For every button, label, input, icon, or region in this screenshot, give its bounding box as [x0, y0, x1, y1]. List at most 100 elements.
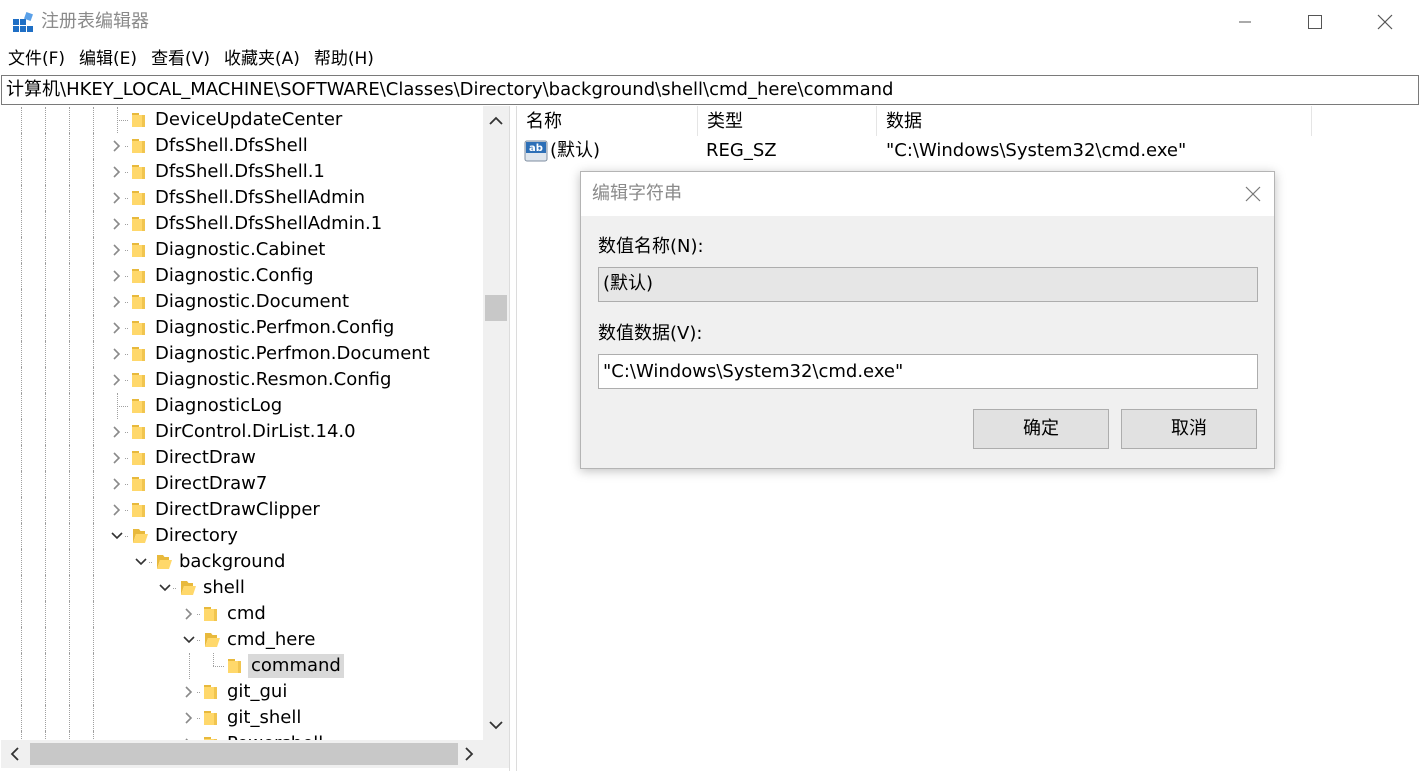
tree-node-label[interactable]: Diagnostic.Cabinet [152, 238, 328, 262]
tree-node[interactable]: DirControl.DirList.14.0 [1, 419, 483, 445]
tree-node[interactable]: DfsShell.DfsShellAdmin.1 [1, 211, 483, 237]
tree-node[interactable]: DirectDraw7 [1, 471, 483, 497]
tree-node[interactable]: command [1, 653, 483, 679]
collapse-node-button[interactable] [133, 549, 149, 575]
tree-node[interactable]: shell [1, 575, 483, 601]
expand-node-button[interactable] [109, 133, 125, 159]
tree-node[interactable]: DfsShell.DfsShellAdmin [1, 185, 483, 211]
tree-node[interactable]: Powershell [1, 731, 483, 740]
expand-node-button[interactable] [181, 679, 197, 705]
tree-node[interactable]: Diagnostic.Perfmon.Config [1, 315, 483, 341]
expand-node-button[interactable] [109, 237, 125, 263]
expand-node-button[interactable] [109, 159, 125, 185]
folder-icon [132, 321, 145, 335]
tree-node-label[interactable]: Directory [152, 524, 241, 548]
collapse-node-button[interactable] [109, 523, 125, 549]
expand-node-button[interactable] [181, 601, 197, 627]
column-header-type[interactable]: 类型 [698, 106, 877, 136]
tree-node-label[interactable]: Diagnostic.Perfmon.Config [152, 316, 397, 340]
tree-node[interactable]: Diagnostic.Resmon.Config [1, 367, 483, 393]
expand-node-button[interactable] [109, 263, 125, 289]
maximize-button[interactable] [1280, 0, 1350, 44]
ok-button[interactable]: 确定 [973, 409, 1109, 449]
expand-node-button[interactable] [109, 315, 125, 341]
address-bar[interactable]: 计算机\HKEY_LOCAL_MACHINE\SOFTWARE\Classes\… [1, 75, 1419, 105]
tree-node[interactable]: DfsShell.DfsShell [1, 133, 483, 159]
tree-node[interactable]: Diagnostic.Config [1, 263, 483, 289]
menu-help[interactable]: 帮助(H) [314, 44, 374, 74]
expand-node-button[interactable] [109, 211, 125, 237]
tree-node-label[interactable]: cmd [224, 602, 269, 626]
cancel-button[interactable]: 取消 [1121, 409, 1257, 449]
expand-node-button[interactable] [181, 705, 197, 731]
tree-node[interactable]: Diagnostic.Perfmon.Document [1, 341, 483, 367]
tree-node-label[interactable]: DfsShell.DfsShellAdmin [152, 186, 368, 210]
tree-node-label[interactable]: DirectDraw7 [152, 472, 270, 496]
tree-node-label[interactable]: DfsShell.DfsShell.1 [152, 160, 328, 184]
tree-vertical-scrollbar[interactable] [483, 106, 509, 740]
expand-node-button[interactable] [109, 497, 125, 523]
collapse-node-button[interactable] [157, 575, 173, 601]
tree-node[interactable]: DirectDraw [1, 445, 483, 471]
tree-horizontal-scrollbar[interactable] [1, 740, 483, 768]
menu-edit[interactable]: 编辑(E) [79, 44, 137, 74]
tree-node[interactable]: git_gui [1, 679, 483, 705]
menu-file[interactable]: 文件(F) [8, 44, 65, 74]
tree-node[interactable]: DfsShell.DfsShell.1 [1, 159, 483, 185]
expand-node-button[interactable] [181, 731, 197, 740]
tree-node-label[interactable]: DfsShell.DfsShellAdmin.1 [152, 212, 385, 236]
expand-node-button[interactable] [109, 185, 125, 211]
tree-node-label[interactable]: DiagnosticLog [152, 394, 285, 418]
tree-node-label[interactable]: Diagnostic.Document [152, 290, 352, 314]
close-button[interactable] [1350, 0, 1420, 44]
expand-node-button[interactable] [109, 341, 125, 367]
tree-node[interactable]: DirectDrawClipper [1, 497, 483, 523]
value-data-input[interactable] [598, 354, 1258, 389]
tree-node[interactable]: cmd [1, 601, 483, 627]
minimize-button[interactable] [1210, 0, 1280, 44]
column-header-data[interactable]: 数据 [877, 106, 1312, 136]
expand-node-button[interactable] [109, 445, 125, 471]
column-header-name[interactable]: 名称 [517, 106, 698, 136]
menu-view[interactable]: 查看(V) [151, 44, 210, 74]
tree-node-label[interactable]: DirectDraw [152, 446, 259, 470]
tree-node[interactable]: Diagnostic.Document [1, 289, 483, 315]
tree-node[interactable]: DiagnosticLog [1, 393, 483, 419]
scroll-down-button[interactable] [483, 710, 509, 740]
tree-node-label[interactable]: DeviceUpdateCenter [152, 108, 345, 132]
tree-node[interactable]: background [1, 549, 483, 575]
tree-node[interactable]: git_shell [1, 705, 483, 731]
dialog-close-button[interactable] [1231, 172, 1274, 216]
value-row[interactable]: ab (默认) REG_SZ "C:\Windows\System32\cmd.… [517, 138, 1312, 164]
horizontal-scroll-thumb[interactable] [30, 743, 458, 765]
menu-favorites[interactable]: 收藏夹(A) [224, 44, 300, 74]
tree-node-label[interactable]: DirControl.DirList.14.0 [152, 420, 359, 444]
tree-node-label[interactable]: DirectDrawClipper [152, 498, 323, 522]
scroll-thumb[interactable] [485, 295, 507, 321]
tree-node-label[interactable]: shell [200, 576, 248, 600]
tree-node-label[interactable]: DfsShell.DfsShell [152, 134, 311, 158]
tree-node-label[interactable]: git_gui [224, 680, 290, 704]
tree-guide-line [21, 367, 22, 393]
tree-node[interactable]: Directory [1, 523, 483, 549]
tree-node[interactable]: DeviceUpdateCenter [1, 107, 483, 133]
scroll-up-button[interactable] [483, 106, 509, 136]
collapse-node-button[interactable] [181, 627, 197, 653]
tree-node-label[interactable]: Powershell [224, 732, 326, 740]
tree-node[interactable]: cmd_here [1, 627, 483, 653]
tree-node-label[interactable]: background [176, 550, 288, 574]
tree-node[interactable]: Diagnostic.Cabinet [1, 237, 483, 263]
expand-node-button[interactable] [109, 367, 125, 393]
scroll-left-button[interactable] [1, 740, 29, 768]
tree-node-label[interactable]: Diagnostic.Resmon.Config [152, 368, 394, 392]
tree-node-label[interactable]: Diagnostic.Perfmon.Document [152, 342, 433, 366]
expand-node-button[interactable] [109, 419, 125, 445]
address-path[interactable]: 计算机\HKEY_LOCAL_MACHINE\SOFTWARE\Classes\… [6, 78, 893, 102]
scroll-right-button[interactable] [455, 740, 483, 768]
tree-node-label[interactable]: command [248, 654, 344, 678]
tree-node-label[interactable]: git_shell [224, 706, 304, 730]
tree-node-label[interactable]: Diagnostic.Config [152, 264, 317, 288]
expand-node-button[interactable] [109, 289, 125, 315]
expand-node-button[interactable] [109, 471, 125, 497]
tree-node-label[interactable]: cmd_here [224, 628, 318, 652]
